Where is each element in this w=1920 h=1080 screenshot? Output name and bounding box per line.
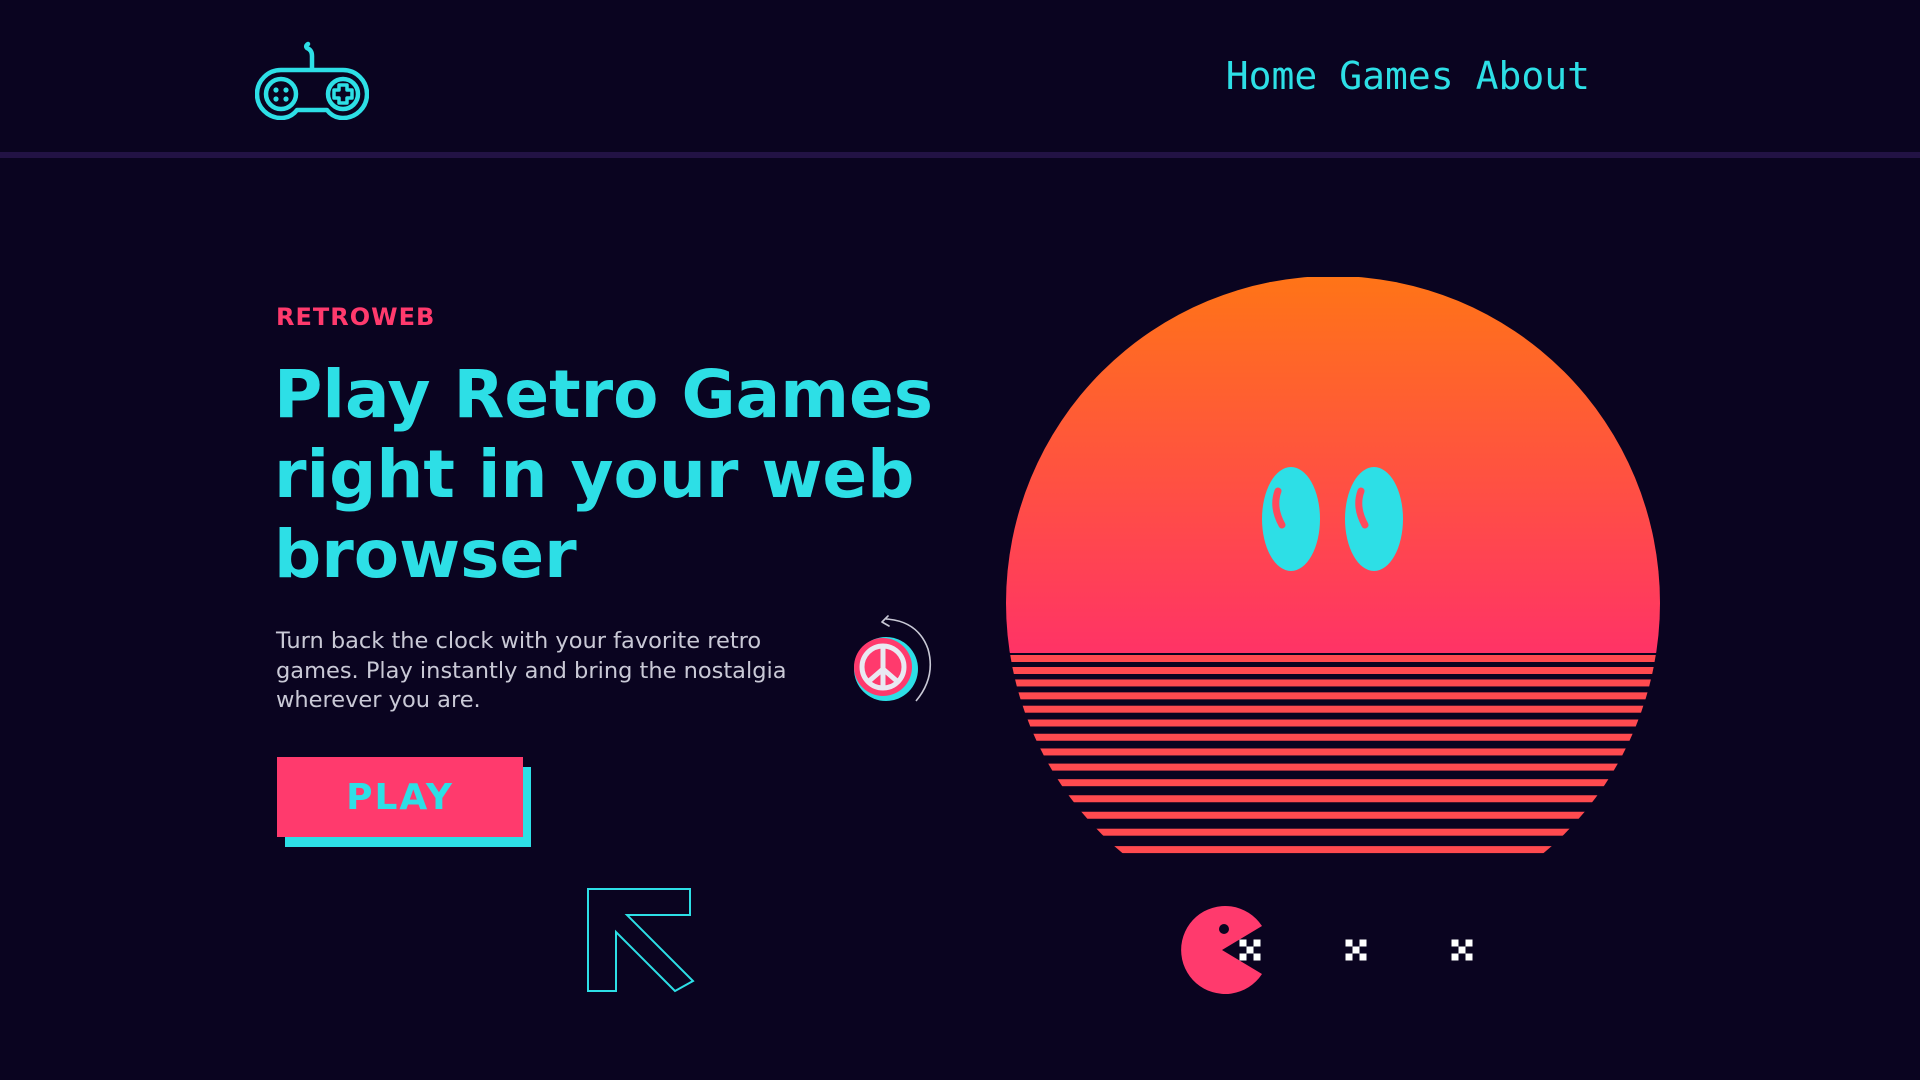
nav-home-link[interactable]: Home [1226,50,1318,102]
nav-games-link[interactable]: Games [1339,50,1453,102]
play-button[interactable]: PLAY [277,757,523,837]
nav-about-link[interactable]: About [1476,50,1590,102]
arrow-up-left-icon [585,886,697,994]
header-divider [0,152,1920,158]
retro-sun-illustration [1006,277,1660,861]
pacman-icon [1180,904,1500,996]
peace-sign-icon [846,615,936,707]
gamepad-icon[interactable] [254,40,370,121]
brand-eyebrow: RETROWEB [276,303,436,331]
main-nav: Home Games About [1226,50,1590,102]
hero-description: Turn back the clock with your favorite r… [276,628,787,713]
hero-headline: Play Retro Games right in your web brows… [274,356,934,593]
site-header: Home Games About [0,0,1920,154]
